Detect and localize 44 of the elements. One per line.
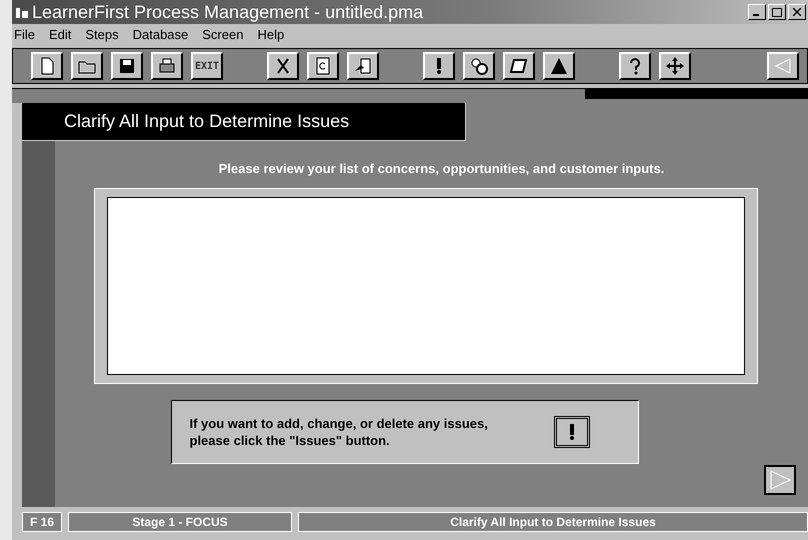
note-text: If you want to add, change, or delete any issues, please click the "Issues" button. bbox=[190, 415, 489, 449]
toolbar-button[interactable] bbox=[151, 52, 183, 80]
move-arrows-icon bbox=[665, 56, 685, 76]
exit-button[interactable]: EXIT bbox=[191, 52, 223, 80]
maximize-icon bbox=[772, 8, 782, 16]
exclamation-icon bbox=[436, 57, 442, 75]
toolbar-button[interactable] bbox=[423, 52, 455, 80]
minimize-button[interactable] bbox=[748, 4, 766, 20]
next-button[interactable] bbox=[764, 465, 796, 495]
toolbar-button[interactable] bbox=[111, 52, 143, 80]
toolbar-button[interactable] bbox=[619, 52, 651, 80]
exclamation-icon bbox=[568, 423, 574, 441]
page-heading: Clarify All Input to Determine Issues bbox=[22, 103, 466, 141]
status-cell: Clarify All Input to Determine Issues bbox=[298, 512, 808, 532]
menu-item[interactable]: Database bbox=[132, 26, 188, 42]
toolbar-button[interactable] bbox=[307, 52, 339, 80]
status-cell: Stage 1 - FOCUS bbox=[68, 512, 292, 532]
window-title: LearnerFirst Process Management - untitled.pma bbox=[32, 2, 424, 22]
toolbar-button[interactable] bbox=[463, 52, 495, 80]
status-cell: F 16 bbox=[22, 512, 62, 532]
toolbar-button[interactable] bbox=[503, 52, 535, 80]
maximize-button[interactable] bbox=[768, 4, 786, 20]
paste-icon bbox=[353, 56, 373, 76]
triangle-icon bbox=[549, 56, 569, 76]
stacked-papers-icon bbox=[509, 56, 529, 76]
menu-item[interactable]: File bbox=[14, 26, 35, 42]
toolbar-button[interactable] bbox=[31, 52, 63, 80]
menu-item[interactable]: Steps bbox=[85, 26, 119, 42]
close-icon bbox=[793, 8, 801, 16]
menu-item[interactable]: Edit bbox=[48, 26, 72, 42]
close-button[interactable] bbox=[788, 4, 806, 20]
toolbar-button[interactable] bbox=[767, 52, 799, 80]
instruction-text: Please review your list of concerns, opportunities, and customer inputs. bbox=[218, 161, 664, 176]
toolbar-button[interactable] bbox=[71, 52, 103, 80]
toolbar-button[interactable] bbox=[659, 52, 691, 80]
toolbar-button[interactable] bbox=[543, 52, 575, 80]
issues-button[interactable] bbox=[554, 416, 590, 448]
menu-item[interactable]: Screen bbox=[202, 26, 244, 42]
menu-item[interactable]: Help bbox=[257, 26, 284, 42]
toolbar-button[interactable] bbox=[347, 52, 379, 80]
play-triangle-icon bbox=[769, 470, 791, 490]
gears-icon bbox=[469, 56, 489, 76]
toolbar-button[interactable] bbox=[267, 52, 299, 80]
left-triangle-icon bbox=[773, 56, 793, 76]
